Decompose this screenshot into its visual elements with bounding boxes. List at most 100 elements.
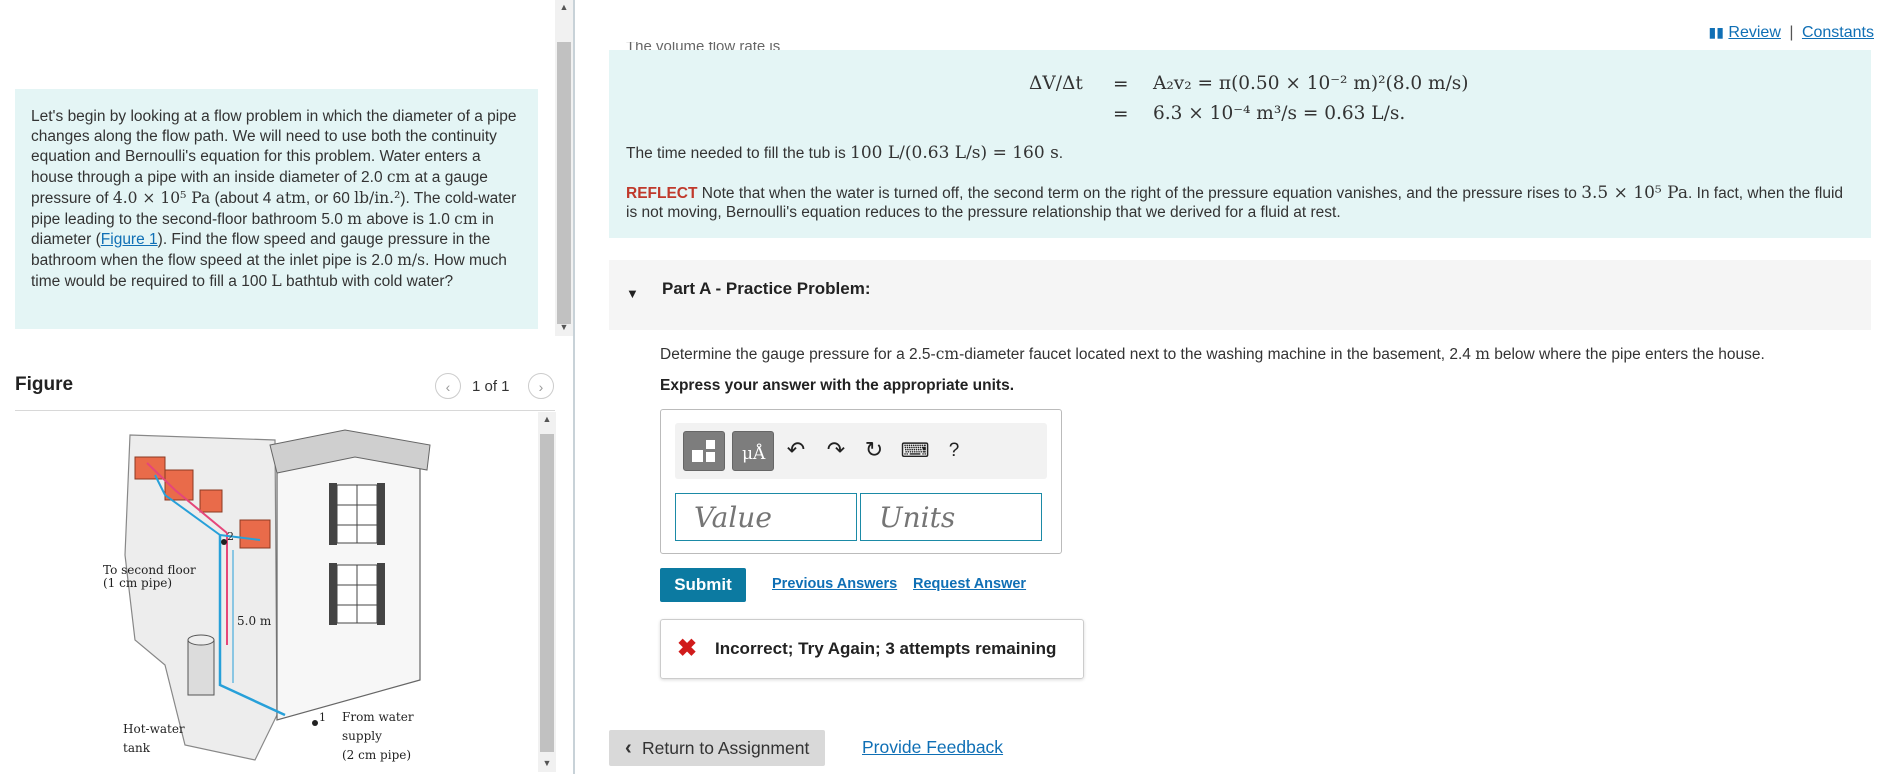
equation-equals: =	[1113, 104, 1129, 125]
return-to-assignment-button[interactable]: ‹ Return to Assignment	[609, 730, 825, 766]
units-symbols-button[interactable]: μÅ	[732, 431, 774, 471]
value-input[interactable]	[675, 493, 857, 541]
fill-time-math: 100 L/(0.63 L/s) = 160 s	[850, 143, 1059, 163]
intro-text: (about 4	[210, 190, 276, 207]
request-answer-link[interactable]: Request Answer	[913, 576, 1026, 592]
redo-icon[interactable]: ↷	[821, 437, 851, 463]
provide-feedback-link[interactable]: Provide Feedback	[862, 737, 1003, 758]
figure-link[interactable]: Figure 1	[101, 231, 158, 248]
help-icon[interactable]: ?	[939, 440, 969, 462]
header-links: ▮▮ Review | Constants	[1709, 24, 1874, 42]
tank-label: tank	[123, 741, 151, 755]
figure-image: 2 1 To second floor (1 cm pipe) 5.0 m Ho…	[15, 415, 555, 770]
units-input[interactable]	[860, 493, 1042, 541]
height-label: 5.0 m	[237, 614, 272, 628]
book-icon: ▮▮	[1708, 24, 1724, 40]
upstairs-fixture	[239, 519, 271, 549]
scroll-down-icon[interactable]: ▼	[538, 758, 556, 768]
error-x-icon: ✖	[677, 635, 698, 662]
undo-icon[interactable]: ↶	[781, 437, 811, 463]
chevron-right-icon: ›	[538, 379, 544, 395]
scrollbar-thumb[interactable]	[557, 42, 571, 324]
equation-lhs: ΔV/Δt	[1029, 73, 1083, 94]
constants-link[interactable]: Constants	[1802, 24, 1874, 41]
pipe-size-label: (1 cm pipe)	[103, 576, 172, 590]
hot-water-tank	[187, 639, 215, 696]
equation-line-1: A₂v₂ = π(0.50 × 10⁻² m)²(8.0 m/s)	[1153, 73, 1469, 94]
equation-line-2: 6.3 × 10⁻⁴ m³/s = 0.63 L/s.	[1153, 103, 1406, 124]
upper-window	[329, 483, 385, 545]
submit-button[interactable]: Submit	[660, 568, 746, 602]
scroll-down-icon[interactable]: ▼	[555, 322, 573, 332]
chevron-left-icon: ‹	[445, 379, 451, 395]
previous-answers-link[interactable]: Previous Answers	[772, 576, 897, 592]
feedback-message: ✖ Incorrect; Try Again; 3 attempts remai…	[660, 619, 1084, 679]
mu-angstrom-icon: μÅ	[742, 444, 766, 464]
equation-equals: =	[1113, 74, 1129, 95]
figure-header: Figure ‹ 1 of 1 ›	[15, 370, 555, 410]
reset-icon[interactable]: ↻	[859, 437, 889, 463]
house-plumbing-illustration: 2 1 To second floor (1 cm pipe) 5.0 m Ho…	[103, 429, 431, 762]
fill-time-end: .	[1058, 145, 1064, 162]
intro-text: , or 60	[305, 190, 355, 207]
reflect-math: 3.5 × 10⁵ Pa	[1581, 183, 1688, 203]
intro-scrollbar[interactable]: ▲ ▼	[555, 0, 573, 336]
part-a-title: Part A - Practice Problem:	[662, 279, 871, 298]
return-label: Return to Assignment	[642, 738, 810, 758]
volume-flow-heading: The volume flow rate is	[626, 42, 780, 50]
cutaway-wall	[124, 434, 278, 761]
fill-time-label: The time needed to fill the tub is	[626, 145, 851, 162]
point-1-label: 1	[319, 711, 326, 724]
question-part: Determine the gauge pressure for a 2.5-	[660, 346, 936, 363]
scrollbar-thumb[interactable]	[540, 434, 554, 752]
link-separator: |	[1789, 24, 1794, 41]
fill-time-text: The time needed to fill the tub is 100 L…	[626, 143, 1063, 163]
question-text: Determine the gauge pressure for a 2.5-c…	[660, 345, 1765, 364]
next-figure-button[interactable]: ›	[528, 373, 554, 399]
feedback-text: Incorrect; Try Again; 3 attempts remaini…	[715, 639, 1057, 658]
second-floor-label: To second floor	[103, 563, 196, 577]
reflect-body: Note that when the water is turned off, …	[697, 185, 1582, 202]
intro-unit: m	[347, 210, 362, 228]
upstairs-fixture	[199, 489, 223, 513]
chevron-left-icon: ‹	[625, 737, 632, 759]
lower-window	[329, 563, 385, 625]
math-toolbar: μÅ ↶ ↷ ↻ ⌨ ?	[675, 423, 1047, 479]
answer-box: μÅ ↶ ↷ ↻ ⌨ ?	[660, 409, 1062, 554]
hot-water-label: Hot-water	[123, 722, 185, 736]
keyboard-icon[interactable]: ⌨	[900, 438, 930, 463]
reflect-tag: REFLECT	[626, 185, 698, 202]
divider	[15, 410, 555, 411]
hot-water-tank-top	[187, 634, 215, 646]
point-2-label: 2	[227, 530, 234, 543]
problem-intro: Let's begin by looking at a flow problem…	[15, 89, 538, 329]
scroll-up-icon[interactable]: ▲	[555, 2, 573, 12]
templates-button[interactable]	[683, 431, 725, 471]
point-1-dot	[312, 720, 318, 726]
pipe-size-label: (2 cm pipe)	[342, 748, 411, 762]
prev-figure-button[interactable]: ‹	[435, 373, 461, 399]
intro-unit: atm	[275, 189, 306, 207]
question-unit: m	[1475, 345, 1490, 363]
part-a-header[interactable]: ▼ Part A - Practice Problem:	[609, 260, 1871, 330]
left-pane: Let's begin by looking at a flow problem…	[0, 0, 556, 774]
figure-count: 1 of 1	[472, 378, 510, 395]
scroll-up-icon[interactable]: ▲	[538, 414, 556, 424]
question-part: below where the pipe enters the house.	[1489, 346, 1765, 363]
pane-divider[interactable]	[573, 0, 575, 774]
question-unit: cm	[935, 345, 960, 363]
intro-unit: cm	[454, 210, 478, 228]
caret-down-icon[interactable]: ▼	[626, 286, 639, 301]
water-supply-label: From water	[342, 710, 414, 724]
intro-unit: L	[271, 272, 282, 290]
intro-math: 4.0 × 10⁵ Pa	[112, 189, 211, 207]
reflect-text: REFLECT Note that when the water is turn…	[626, 184, 1856, 222]
review-link[interactable]: Review	[1728, 24, 1780, 41]
intro-unit: m/s	[397, 251, 426, 269]
templates-icon	[692, 440, 715, 462]
intro-unit: lb/in.²	[354, 189, 401, 207]
supply-label: supply	[342, 729, 382, 743]
question-part: -diameter faucet located next to the was…	[959, 346, 1476, 363]
solution-panel: The volume flow rate is ΔV/Δt = A₂v₂ = π…	[609, 42, 1871, 238]
figure-scrollbar[interactable]: ▲ ▼	[538, 412, 556, 772]
